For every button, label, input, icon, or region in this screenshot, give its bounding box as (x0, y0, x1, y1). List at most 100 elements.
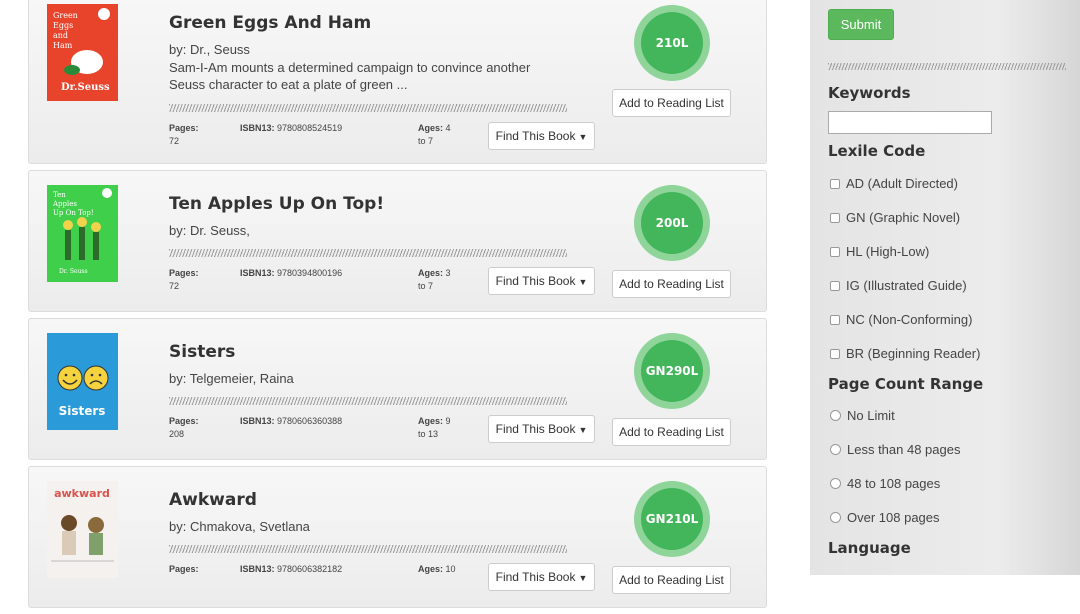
find-this-book-label: Find This Book (495, 570, 576, 584)
isbn-meta: ISBN13: 9780606360388 (240, 415, 342, 428)
cover-title-text: awkward (54, 487, 110, 500)
find-this-book-button[interactable]: Find This Book ▼ (488, 122, 595, 150)
page-count-option-over-108[interactable]: Over 108 pages (830, 510, 940, 525)
option-label: Over 108 pages (847, 510, 940, 525)
isbn-value: 9780606360388 (277, 416, 343, 426)
checkbox[interactable] (830, 314, 840, 325)
lexile-option-br[interactable]: BR (Beginning Reader) (830, 346, 980, 361)
find-this-book-button[interactable]: Find This Book ▼ (488, 563, 595, 591)
book-author: by: Telgemeier, Raina (169, 371, 294, 386)
add-to-reading-list-button[interactable]: Add to Reading List (612, 418, 731, 446)
lexile-option-nc[interactable]: NC (Non-Conforming) (830, 312, 972, 327)
ages-to: to 13 (418, 429, 439, 439)
svg-text:Up On Top!: Up On Top! (53, 209, 94, 217)
isbn-value: 9780394800196 (277, 268, 343, 278)
ages-from: 3 (445, 268, 451, 278)
option-label: 48 to 108 pages (847, 476, 941, 491)
book-description: Sam-I-Am mounts a determined campaign to… (169, 60, 531, 92)
lexile-option-hl[interactable]: HL (High-Low) (830, 244, 929, 259)
pages-meta: Pages: 208 (169, 415, 199, 441)
ages-meta: Ages: 3 to 7 (418, 267, 451, 293)
ages-label: Ages: (418, 416, 444, 426)
book-title[interactable]: Green Eggs And Ham (169, 13, 371, 33)
option-label: BR (Beginning Reader) (846, 346, 981, 361)
find-this-book-button[interactable]: Find This Book ▼ (488, 267, 595, 295)
page-count-option-no-limit[interactable]: No Limit (830, 408, 895, 423)
ages-to: to 7 (418, 281, 434, 291)
radio[interactable] (830, 444, 841, 455)
pages-value: 72 (169, 136, 180, 146)
find-this-book-button[interactable]: Find This Book ▼ (488, 415, 595, 443)
page-count-heading: Page Count Range (828, 375, 984, 393)
page-count-option-lt-48[interactable]: Less than 48 pages (830, 442, 960, 457)
book-cover-image[interactable]: Ten Apples Up On Top! Dr. Seuss (47, 185, 118, 282)
pages-meta: Pages: 72 (169, 267, 199, 293)
add-to-reading-list-button[interactable]: Add to Reading List (612, 89, 731, 117)
option-label: GN (Graphic Novel) (846, 210, 961, 225)
option-label: No Limit (847, 408, 895, 423)
ages-from: 4 (445, 123, 451, 133)
pages-label: Pages: (169, 268, 199, 278)
keywords-input[interactable] (828, 111, 992, 134)
radio[interactable] (830, 512, 841, 523)
lexile-option-gn[interactable]: GN (Graphic Novel) (830, 210, 960, 225)
card-divider (169, 104, 567, 112)
svg-text:Green: Green (53, 11, 78, 20)
book-card: Sisters Sisters by: Telgemeier, Raina Pa… (28, 318, 767, 460)
caret-down-icon: ▼ (578, 424, 588, 435)
lexile-option-ad[interactable]: AD (Adult Directed) (830, 176, 958, 191)
checkbox[interactable] (830, 178, 840, 189)
lexile-badge-inner: GN290L (641, 340, 703, 402)
find-this-book-label: Find This Book (495, 422, 576, 436)
book-cover-image[interactable]: awkward (47, 481, 118, 578)
submit-button[interactable]: Submit (828, 9, 894, 40)
ages-meta: Ages: 10 (418, 563, 456, 576)
cover-art-icon: Ten Apples Up On Top! Dr. Seuss (47, 185, 118, 282)
book-cover-image[interactable]: Sisters (47, 333, 118, 430)
book-title[interactable]: Ten Apples Up On Top! (169, 194, 384, 214)
lexile-code-heading: Lexile Code (828, 142, 926, 160)
checkbox[interactable] (830, 212, 840, 223)
cover-title-text: Sisters (59, 404, 106, 418)
ages-meta: Ages: 9 to 13 (418, 415, 451, 441)
option-label: IG (Illustrated Guide) (846, 278, 967, 293)
book-card: awkward Awkward by: Chmakova, Svetlana P… (28, 466, 767, 608)
checkbox[interactable] (830, 348, 840, 359)
caret-down-icon: ▼ (578, 276, 588, 287)
book-results-list: Green Eggs and Ham Dr.Seuss Green Eggs A… (28, 0, 767, 614)
filter-sidebar: Submit Keywords Lexile Code AD (Adult Di… (810, 0, 1080, 575)
pages-value: 208 (169, 429, 185, 439)
svg-text:Apples: Apples (52, 200, 77, 208)
checkbox[interactable] (830, 280, 840, 291)
lexile-option-ig[interactable]: IG (Illustrated Guide) (830, 278, 967, 293)
isbn-meta: ISBN13: 9780394800196 (240, 267, 342, 280)
book-title[interactable]: Awkward (169, 490, 257, 510)
add-to-reading-list-button[interactable]: Add to Reading List (612, 270, 731, 298)
book-title[interactable]: Sisters (169, 342, 235, 362)
book-card: Ten Apples Up On Top! Dr. Seuss Ten Appl… (28, 170, 767, 312)
caret-down-icon: ▼ (578, 572, 588, 583)
isbn-meta: ISBN13: 9780606382182 (240, 563, 342, 576)
lexile-value: GN290L (645, 364, 699, 378)
book-author: by: Dr., Seuss (169, 42, 250, 57)
page-count-option-48-108[interactable]: 48 to 108 pages (830, 476, 940, 491)
add-to-reading-list-button[interactable]: Add to Reading List (612, 566, 731, 594)
svg-text:Dr. Seuss: Dr. Seuss (59, 268, 88, 275)
lexile-badge: 210L (634, 5, 710, 81)
cover-art-icon: awkward (47, 481, 118, 578)
radio[interactable] (830, 478, 841, 489)
checkbox[interactable] (830, 246, 840, 257)
keywords-heading: Keywords (828, 84, 911, 102)
card-divider (169, 397, 567, 405)
lexile-badge: GN290L (634, 333, 710, 409)
cover-art-icon: Green Eggs and Ham Dr.Seuss (47, 4, 118, 101)
lexile-value: 210L (655, 36, 689, 50)
radio[interactable] (830, 410, 841, 421)
isbn-value: 9780808524519 (277, 123, 343, 133)
book-cover-image[interactable]: Green Eggs and Ham Dr.Seuss (47, 4, 118, 101)
lexile-value: 200L (655, 216, 689, 230)
sidebar-divider (828, 63, 1066, 70)
pages-meta: Pages: 72 (169, 122, 199, 148)
pages-meta: Pages: (169, 563, 199, 576)
svg-text:Dr.Seuss: Dr.Seuss (61, 82, 110, 93)
